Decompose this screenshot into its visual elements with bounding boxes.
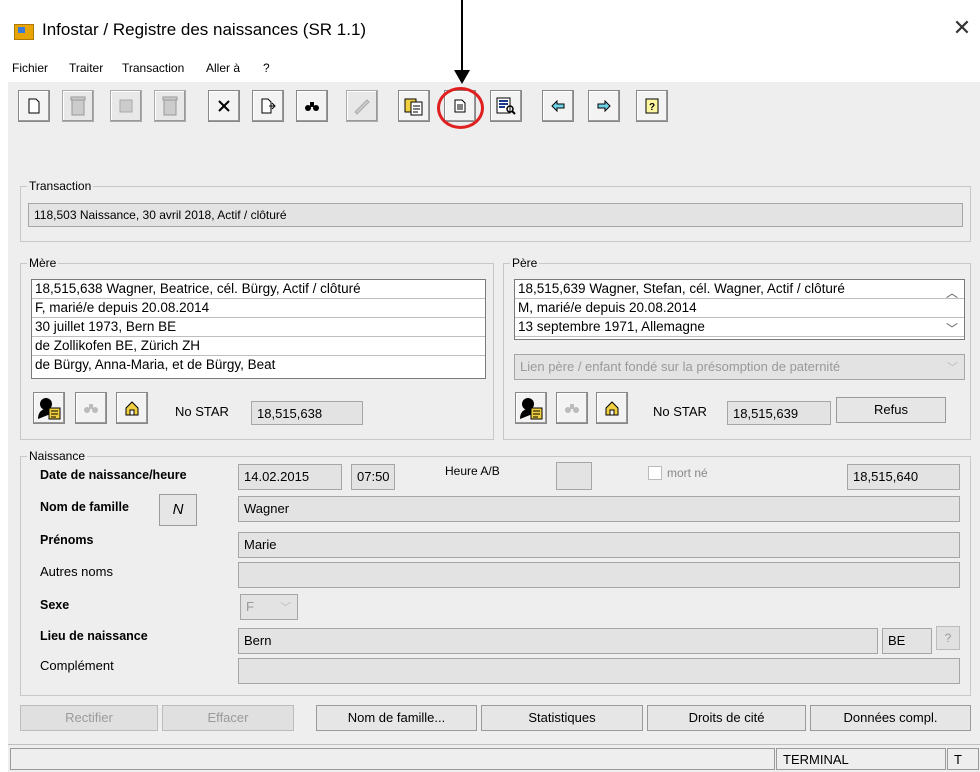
home-icon[interactable] <box>596 392 628 424</box>
refus-button[interactable]: Refus <box>836 397 946 423</box>
mort-ne-checkbox[interactable] <box>648 466 662 480</box>
pere-label: Père <box>510 256 540 270</box>
menu-bar: Fichier Traiter Transaction Aller à ? <box>0 58 980 80</box>
list-item[interactable]: F, marié/e depuis 20.08.2014 <box>32 299 485 318</box>
effacer-button[interactable]: Effacer <box>162 705 294 731</box>
menu-aller-a[interactable]: Aller à <box>206 61 240 75</box>
complement-label: Complément <box>40 658 114 673</box>
list-item[interactable]: de Bürgy, Anna-Maria, et de Bürgy, Beat <box>32 356 485 375</box>
preview-icon[interactable] <box>490 90 522 122</box>
prenoms-label: Prénoms <box>40 533 94 547</box>
autres-noms-label: Autres noms <box>40 564 113 579</box>
mort-ne-label: mort né <box>667 466 708 480</box>
binoculars-icon[interactable] <box>296 90 328 122</box>
sexe-select[interactable]: F ﹀ <box>240 594 298 620</box>
chevron-down-icon: ﹀ <box>947 362 958 374</box>
rectifier-button[interactable]: Rectifier <box>20 705 158 731</box>
menu-fichier[interactable]: Fichier <box>12 61 48 75</box>
lien-value: Lien père / enfant fondé sur la présompt… <box>520 359 841 374</box>
nom-n-button[interactable]: N <box>159 494 197 526</box>
help-icon[interactable]: ? <box>636 90 668 122</box>
copy-icon[interactable] <box>398 90 430 122</box>
scroll-up-icon[interactable]: ︿ <box>946 284 958 301</box>
naissance-label: Naissance <box>27 449 88 463</box>
statistiques-button[interactable]: Statistiques <box>481 705 643 731</box>
list-item[interactable]: de Zollikofen BE, Zürich ZH <box>32 337 485 356</box>
sexe-value: F <box>246 599 254 614</box>
date-naissance-label: Date de naissance/heure <box>40 468 187 482</box>
lieu-help-button[interactable]: ? <box>936 626 960 650</box>
import-icon[interactable] <box>252 90 284 122</box>
transaction-field: 118,503 Naissance, 30 avril 2018, Actif … <box>28 203 963 227</box>
binoculars-icon[interactable] <box>556 392 588 424</box>
autres-noms-field[interactable] <box>238 562 960 588</box>
pere-list[interactable]: 18,515,639 Wagner, Stefan, cél. Wagner, … <box>514 279 965 340</box>
menu-traiter[interactable]: Traiter <box>69 61 103 75</box>
delete-x-icon[interactable] <box>208 90 240 122</box>
person-card-icon[interactable] <box>33 392 65 424</box>
annotation-highlight-circle <box>437 87 484 129</box>
sign-icon[interactable] <box>346 90 378 122</box>
save-icon[interactable] <box>110 90 142 122</box>
menu-help[interactable]: ? <box>263 61 270 75</box>
pere-no-star-label: No STAR <box>653 404 707 419</box>
naissance-id-field: 18,515,640 <box>847 464 960 490</box>
heure-ab-field[interactable] <box>556 462 592 490</box>
lieu-naissance-label: Lieu de naissance <box>40 629 148 643</box>
home-icon[interactable] <box>116 392 148 424</box>
nom-famille-field[interactable]: Wagner <box>238 496 960 522</box>
svg-text:?: ? <box>649 102 655 113</box>
annotation-arrow-line <box>461 0 463 72</box>
trash-icon[interactable] <box>154 90 186 122</box>
canton-field[interactable]: BE <box>882 628 932 654</box>
trash-icon[interactable] <box>62 90 94 122</box>
close-icon[interactable]: ✕ <box>950 16 974 40</box>
mere-list[interactable]: 18,515,638 Wagner, Beatrice, cél. Bürgy,… <box>31 279 486 379</box>
new-document-icon[interactable] <box>18 90 50 122</box>
nom-famille-label: Nom de famille <box>40 500 129 514</box>
arrow-left-icon[interactable] <box>542 90 574 122</box>
date-naissance-field[interactable]: 14.02.2015 <box>238 464 342 490</box>
mere-no-star-label: No STAR <box>175 404 229 419</box>
prenoms-field[interactable]: Marie <box>238 532 960 558</box>
lien-combobox[interactable]: Lien père / enfant fondé sur la présompt… <box>514 354 965 380</box>
heure-field[interactable]: 07:50 <box>351 464 395 490</box>
binoculars-icon[interactable] <box>75 392 107 424</box>
heure-ab-label: Heure A/B <box>445 464 500 478</box>
window-title: Infostar / Registre des naissances (SR 1… <box>42 20 367 39</box>
list-item[interactable]: 30 juillet 1973, Bern BE <box>32 318 485 337</box>
list-item[interactable]: 18,515,639 Wagner, Stefan, cél. Wagner, … <box>515 280 964 299</box>
status-terminal: TERMINAL <box>776 748 946 770</box>
list-item[interactable]: 18,515,638 Wagner, Beatrice, cél. Bürgy,… <box>32 280 485 299</box>
sexe-label: Sexe <box>40 598 70 612</box>
arrow-right-icon[interactable] <box>588 90 620 122</box>
transaction-label: Transaction <box>27 179 94 193</box>
scroll-down-icon[interactable]: ﹀ <box>946 320 958 337</box>
status-message <box>10 748 775 770</box>
complement-field[interactable] <box>238 658 960 684</box>
list-item[interactable]: M, marié/e depuis 20.08.2014 <box>515 299 964 318</box>
mere-no-star-field: 18,515,638 <box>251 401 363 425</box>
nom-de-famille-button[interactable]: Nom de famille... <box>316 705 477 731</box>
lieu-naissance-field[interactable]: Bern <box>238 628 878 654</box>
person-card-icon[interactable] <box>515 392 547 424</box>
chevron-down-icon: ﹀ <box>280 602 291 614</box>
menu-transaction[interactable]: Transaction <box>122 61 184 75</box>
app-icon <box>14 24 34 40</box>
donnees-compl-button[interactable]: Données compl. <box>810 705 971 731</box>
status-t: T <box>947 748 979 770</box>
list-item[interactable]: 13 septembre 1971, Allemagne <box>515 318 964 337</box>
mere-label: Mère <box>27 256 59 270</box>
annotation-arrow-head <box>454 70 470 84</box>
droits-de-cite-button[interactable]: Droits de cité <box>647 705 806 731</box>
pere-no-star-field: 18,515,639 <box>727 401 831 425</box>
